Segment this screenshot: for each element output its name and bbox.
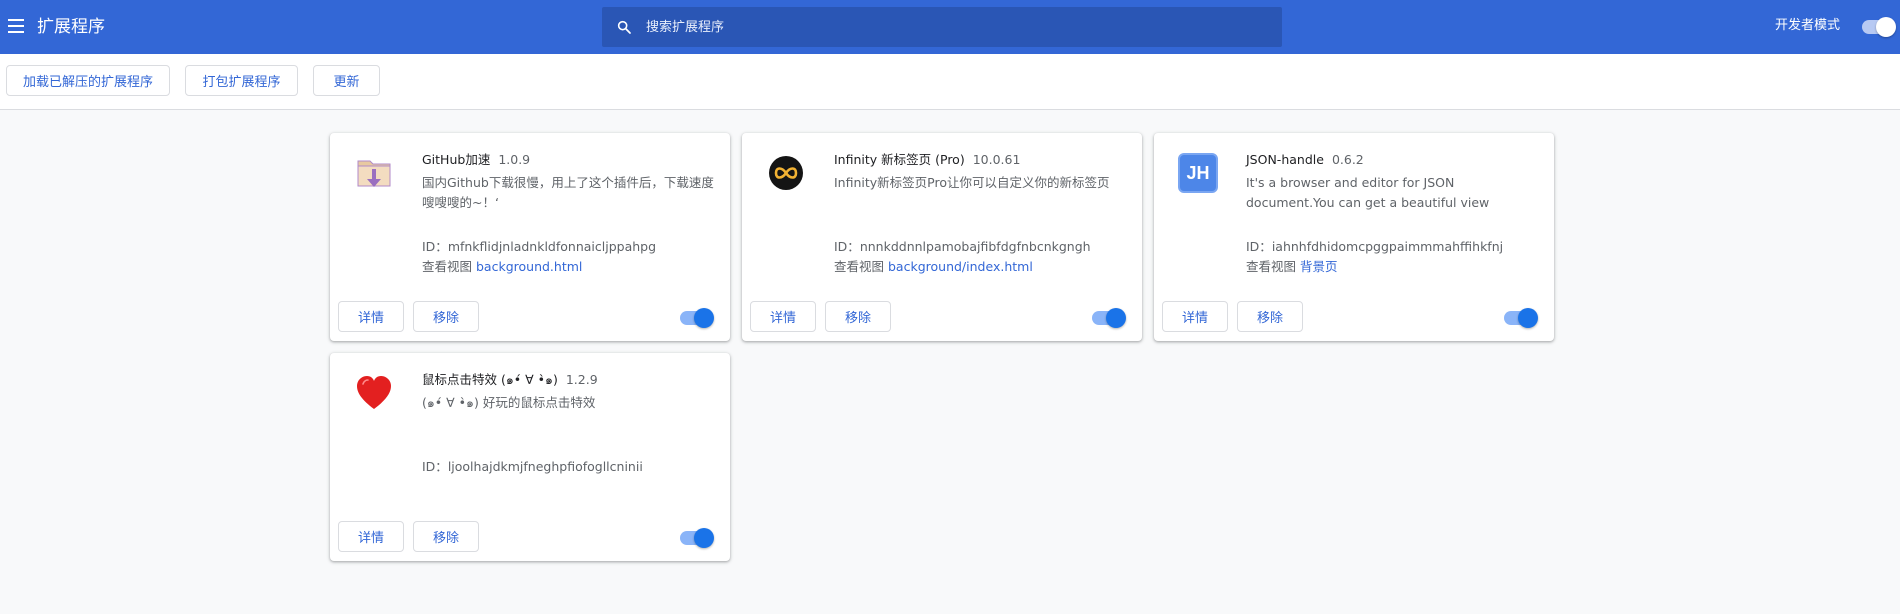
details-button[interactable]: 详情	[338, 521, 404, 552]
extension-name: JSON-handle 0.6.2	[1246, 152, 1364, 167]
page-title: 扩展程序	[37, 17, 105, 37]
load-unpacked-button[interactable]: 加载已解压的扩展程序	[6, 65, 170, 96]
extension-card: 鼠标点击特效 (๑•́ ∀ •̀๑) 1.2.9 (๑•́ ∀ •̀๑) 好玩的鼠…	[330, 353, 730, 561]
inspect-views: 查看视图 背景页	[1246, 259, 1338, 274]
extension-name: GitHub加速 1.0.9	[422, 152, 531, 167]
extension-description: (๑•́ ∀ •̀๑) 好玩的鼠标点击特效	[422, 395, 596, 410]
extension-name: 鼠标点击特效 (๑•́ ∀ •̀๑) 1.2.9	[422, 372, 598, 387]
update-button[interactable]: 更新	[313, 65, 380, 96]
extension-description: 国内Github下载很慢，用上了这个插件后，下载速度嗖嗖嗖的~！‘	[422, 175, 714, 210]
search-input[interactable]	[646, 7, 1266, 47]
enable-toggle[interactable]	[1092, 308, 1126, 328]
extension-card: JH JSON-handle 0.6.2 It's a browser and e…	[1154, 133, 1554, 341]
extension-version: 0.6.2	[1331, 152, 1364, 167]
extension-version: 1.2.9	[565, 372, 598, 387]
extension-id: ID：ljoolhajdkmjfneghpfiofogllcninii	[422, 459, 643, 474]
pack-extension-button[interactable]: 打包扩展程序	[185, 65, 298, 96]
developer-mode-toggle[interactable]	[1862, 17, 1896, 37]
inspect-views: 查看视图 background.html	[422, 259, 583, 274]
details-button[interactable]: 详情	[1162, 301, 1228, 332]
remove-button[interactable]: 移除	[413, 301, 479, 332]
search-box[interactable]	[602, 7, 1282, 47]
remove-button[interactable]: 移除	[825, 301, 891, 332]
remove-button[interactable]: 移除	[1237, 301, 1303, 332]
jh-logo-icon: JH	[1178, 153, 1218, 193]
developer-mode-label: 开发者模式	[1775, 18, 1841, 33]
view-link[interactable]: 背景页	[1300, 259, 1338, 274]
heart-icon	[357, 376, 391, 409]
download-folder-icon	[357, 160, 391, 187]
extension-version: 10.0.61	[972, 152, 1021, 167]
details-button[interactable]: 详情	[338, 301, 404, 332]
extension-card: Infinity 新标签页 (Pro) 10.0.61 Infinity新标签页P…	[742, 133, 1142, 341]
extension-description: It's a browser and editor for JSON docum…	[1246, 175, 1490, 210]
enable-toggle[interactable]	[680, 308, 714, 328]
infinity-icon	[769, 156, 803, 190]
details-button[interactable]: 详情	[750, 301, 816, 332]
extension-name: Infinity 新标签页 (Pro) 10.0.61	[834, 152, 1021, 167]
extension-id: ID：nnnkddnnlpamobajfibfdgfnbcnkgngh	[834, 239, 1091, 254]
inspect-views: 查看视图 background/index.html	[834, 259, 1033, 274]
top-bar: 扩展程序 开发者模式	[0, 0, 1900, 54]
extension-id: ID：mfnkflidjnladnkldfonnaicljppahpg	[422, 239, 657, 254]
extension-card: GitHub加速 1.0.9 国内Github下载很慢，用上了这个插件后，下载速度…	[330, 133, 730, 341]
extension-version: 1.0.9	[498, 152, 531, 167]
extension-id: ID：iahnhfdhidomcpggpaimmmahffihkfnj	[1246, 239, 1504, 254]
extension-description: Infinity新标签页Pro让你可以自定义你的新标签页	[834, 175, 1110, 190]
view-link[interactable]: background/index.html	[888, 259, 1033, 274]
remove-button[interactable]: 移除	[413, 521, 479, 552]
enable-toggle[interactable]	[680, 528, 714, 548]
search-icon	[617, 20, 631, 34]
view-link[interactable]: background.html	[476, 259, 582, 274]
hamburger-menu-icon[interactable]	[8, 15, 24, 37]
toolbar: 加载已解压的扩展程序 打包扩展程序 更新	[0, 54, 1900, 110]
enable-toggle[interactable]	[1504, 308, 1538, 328]
